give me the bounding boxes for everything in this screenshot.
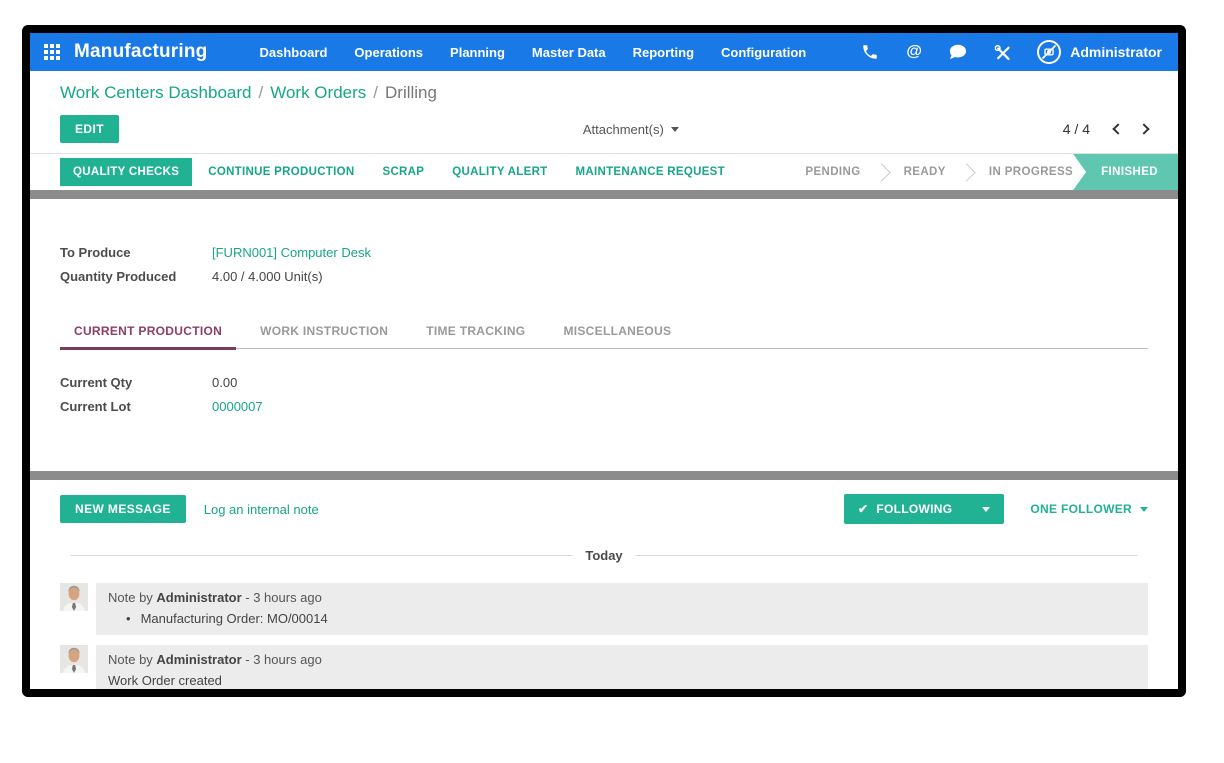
message-body: Manufacturing Order: MO/00014 xyxy=(108,608,1136,629)
notebook-tabs: CURRENT PRODUCTION WORK INSTRUCTION TIME… xyxy=(60,316,1148,349)
chevron-right-icon xyxy=(957,163,975,181)
breadcrumb-work-centers-dashboard[interactable]: Work Centers Dashboard xyxy=(60,83,252,102)
pager-next-icon[interactable] xyxy=(1138,123,1149,134)
message-author: Administrator xyxy=(156,590,241,605)
message-header: Note by Administrator - 3 hours ago xyxy=(108,587,1136,608)
nav-menu-dashboard[interactable]: Dashboard xyxy=(260,45,328,60)
quality-checks-button[interactable]: QUALITY CHECKS xyxy=(60,158,192,186)
pager-value: 4 / 4 xyxy=(1063,121,1090,137)
continue-production-button[interactable]: CONTINUE PRODUCTION xyxy=(196,160,366,184)
message-bubble: Note by Administrator - 3 hours ago Manu… xyxy=(96,583,1148,635)
nav-menu-master-data[interactable]: Master Data xyxy=(532,45,606,60)
message-time: - 3 hours ago xyxy=(242,590,322,605)
apps-grid-icon[interactable] xyxy=(44,44,60,60)
user-menu[interactable]: Administrator xyxy=(1036,39,1162,65)
form-sheet: To Produce [FURN001] Computer Desk Quant… xyxy=(30,199,1178,471)
record-pager: 4 / 4 xyxy=(1063,121,1148,137)
field-current-lot: Current Lot 0000007 xyxy=(60,399,1148,414)
message-item: Note by Administrator - 3 hours ago Manu… xyxy=(60,583,1148,635)
date-divider-label: Today xyxy=(585,548,622,563)
scrap-button[interactable]: SCRAP xyxy=(370,160,436,184)
tab-miscellaneous[interactable]: MISCELLANEOUS xyxy=(549,316,685,348)
caret-down-icon xyxy=(1140,507,1148,512)
following-button[interactable]: ✔ FOLLOWING xyxy=(844,494,1004,524)
caret-down-icon xyxy=(671,127,679,132)
stage-pending[interactable]: PENDING xyxy=(805,166,860,178)
to-produce-link[interactable]: [FURN001] Computer Desk xyxy=(212,245,371,260)
message-bubble: Note by Administrator - 3 hours ago Work… xyxy=(96,645,1148,697)
message-header: Note by Administrator - 3 hours ago xyxy=(108,649,1136,670)
caret-down-icon xyxy=(982,507,990,512)
maintenance-request-button[interactable]: MAINTENANCE REQUEST xyxy=(564,160,737,184)
chatter-toolbar: NEW MESSAGE Log an internal note ✔ FOLLO… xyxy=(60,494,1148,524)
control-panel: Work Centers Dashboard/Work Orders/Drill… xyxy=(30,71,1178,153)
separator-bar xyxy=(30,190,1178,199)
pager-previous-icon[interactable] xyxy=(1112,123,1123,134)
nav-menu-operations[interactable]: Operations xyxy=(354,45,423,60)
chevron-right-icon xyxy=(872,163,890,181)
at-icon[interactable]: @ xyxy=(904,42,924,62)
chat-bubble-icon[interactable] xyxy=(948,42,968,62)
stage-in-progress[interactable]: IN PROGRESS xyxy=(989,166,1073,178)
tab-work-instruction[interactable]: WORK INSTRUCTION xyxy=(246,316,402,348)
statusbar: QUALITY CHECKS CONTINUE PRODUCTION SCRAP… xyxy=(30,153,1178,190)
tab-content: Current Qty 0.00 Current Lot 0000007 xyxy=(60,349,1148,471)
nav-menu-reporting[interactable]: Reporting xyxy=(633,45,694,60)
check-icon: ✔ xyxy=(858,502,868,516)
edit-button[interactable]: EDIT xyxy=(60,115,119,143)
user-name: Administrator xyxy=(1070,44,1162,60)
navbar-right: @ xyxy=(860,39,1162,65)
tools-icon[interactable] xyxy=(992,42,1012,62)
navbar-menus: Dashboard Operations Planning Master Dat… xyxy=(260,45,807,60)
avatar xyxy=(60,645,88,673)
new-message-button[interactable]: NEW MESSAGE xyxy=(60,495,186,523)
message-time: - 3 hours ago xyxy=(242,652,322,667)
log-internal-note-link[interactable]: Log an internal note xyxy=(204,502,319,517)
phone-icon[interactable] xyxy=(860,42,880,62)
nav-menu-planning[interactable]: Planning xyxy=(450,45,505,60)
tab-time-tracking[interactable]: TIME TRACKING xyxy=(412,316,539,348)
breadcrumb-work-orders[interactable]: Work Orders xyxy=(270,83,366,102)
stage-pipeline: PENDING READY IN PROGRESS FINISHED xyxy=(805,154,1178,190)
avatar xyxy=(60,583,88,611)
app-title: Manufacturing xyxy=(74,41,208,63)
separator-bar xyxy=(30,471,1178,480)
stage-ready[interactable]: READY xyxy=(904,166,946,178)
field-current-qty: Current Qty 0.00 xyxy=(60,375,1148,390)
message-item: Note by Administrator - 3 hours ago Work… xyxy=(60,645,1148,697)
one-follower-dropdown[interactable]: ONE FOLLOWER xyxy=(1030,502,1148,516)
statusbar-buttons: QUALITY CHECKS CONTINUE PRODUCTION SCRAP… xyxy=(30,154,737,190)
attachments-dropdown[interactable]: Attachment(s) xyxy=(583,122,679,137)
user-avatar-icon xyxy=(1036,39,1062,65)
breadcrumb-current: Drilling xyxy=(385,83,437,102)
nav-menu-configuration[interactable]: Configuration xyxy=(721,45,806,60)
chatter: NEW MESSAGE Log an internal note ✔ FOLLO… xyxy=(30,480,1178,697)
message-body: Work Order created xyxy=(108,670,1136,691)
stage-finished[interactable]: FINISHED xyxy=(1073,154,1178,190)
current-lot-link[interactable]: 0000007 xyxy=(212,399,263,414)
tab-current-production[interactable]: CURRENT PRODUCTION xyxy=(60,316,236,350)
app-window: Manufacturing Dashboard Operations Plann… xyxy=(22,25,1186,697)
date-divider: Today xyxy=(70,548,1138,563)
message-author: Administrator xyxy=(156,652,241,667)
control-panel-actions: EDIT Attachment(s) 4 / 4 xyxy=(60,115,1148,143)
field-quantity-produced: Quantity Produced 4.00 / 4.000 Unit(s) xyxy=(60,269,1148,284)
top-navbar: Manufacturing Dashboard Operations Plann… xyxy=(30,33,1178,71)
field-to-produce: To Produce [FURN001] Computer Desk xyxy=(60,245,1148,260)
quality-alert-button[interactable]: QUALITY ALERT xyxy=(440,160,559,184)
breadcrumb: Work Centers Dashboard/Work Orders/Drill… xyxy=(60,83,1148,103)
